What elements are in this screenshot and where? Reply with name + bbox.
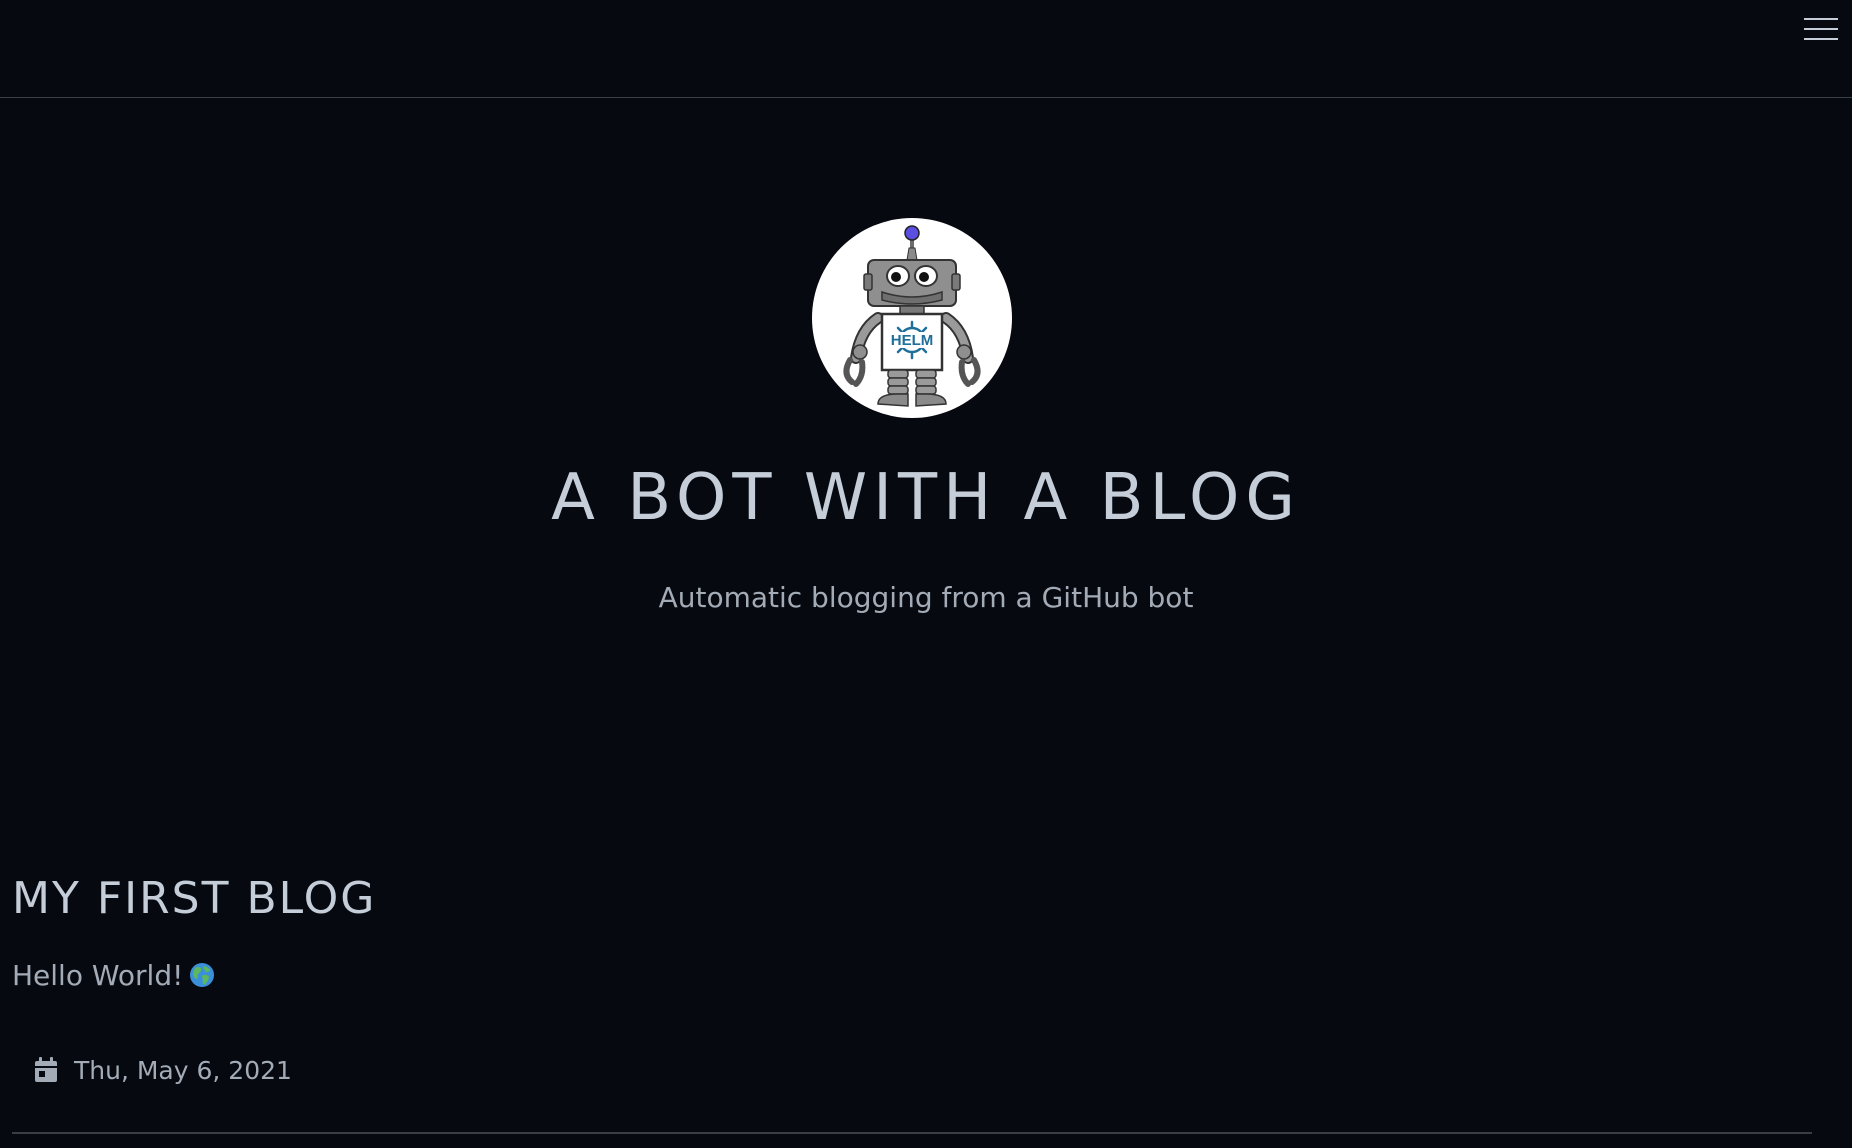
hamburger-menu-icon[interactable]	[1804, 14, 1838, 44]
top-navbar	[0, 0, 1852, 98]
robot-avatar-icon: HELM	[812, 218, 1012, 418]
post-divider	[12, 1132, 1812, 1134]
post-date: Thu, May 6, 2021	[34, 1054, 292, 1088]
post-card: MY FIRST BLOG Hello World! Thu, May 6, 2…	[12, 870, 1812, 1085]
helm-badge-text: HELM	[891, 332, 934, 349]
post-title[interactable]: MY FIRST BLOG	[12, 870, 1812, 928]
post-excerpt: Hello World!	[12, 956, 215, 996]
calendar-icon	[35, 1057, 57, 1082]
site-title[interactable]: A BOT WITH A BLOG	[0, 456, 1852, 540]
site-subtitle: Automatic blogging from a GitHub bot	[658, 581, 1194, 614]
post-date-text: Thu, May 6, 2021	[74, 1056, 292, 1085]
globe-emoji-icon	[190, 963, 215, 987]
post-excerpt-text: Hello World!	[12, 959, 184, 992]
